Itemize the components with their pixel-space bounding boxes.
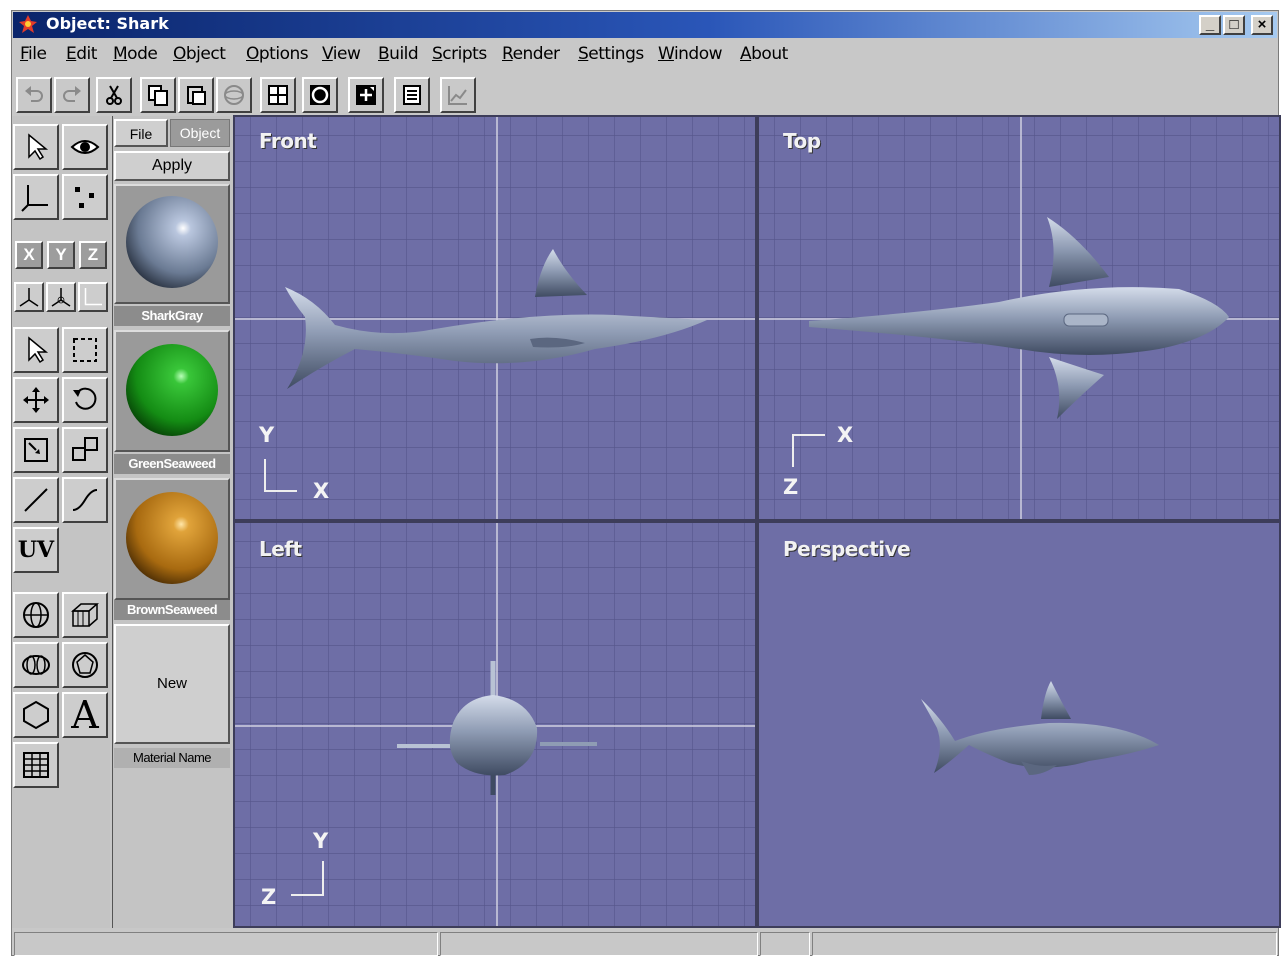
coord-buttons: [14, 282, 108, 312]
eye-icon[interactable]: [62, 124, 108, 170]
axis-tool-icon[interactable]: [13, 174, 59, 220]
perspective-canvas: [921, 681, 1159, 775]
select-vertex-icon[interactable]: [13, 327, 59, 373]
menu-edit[interactable]: Edit: [66, 44, 97, 64]
front-canvas: [235, 117, 755, 519]
points-icon[interactable]: [62, 174, 108, 220]
material-label: SharkGray: [114, 306, 230, 326]
line-icon[interactable]: [13, 477, 59, 523]
viewport-top[interactable]: Top X Z: [757, 115, 1281, 521]
minimize-button[interactable]: _: [1199, 15, 1221, 35]
material-label: BrownSeaweed: [114, 600, 230, 620]
left-axis-z: Z: [261, 885, 277, 909]
menu-options[interactable]: Options: [246, 44, 309, 64]
title-bar[interactable]: [13, 12, 1277, 38]
geosphere-primitive-icon[interactable]: [62, 642, 108, 688]
undo-icon[interactable]: [16, 77, 52, 113]
status-pane-4: [812, 932, 1277, 956]
new-material-button[interactable]: New: [114, 624, 230, 744]
viewport-label-top: Top: [783, 129, 821, 153]
front-axis-x: X: [313, 479, 330, 503]
local-coord-icon[interactable]: [46, 282, 76, 312]
world-coord-icon[interactable]: [14, 282, 44, 312]
status-pane-2: [440, 932, 758, 956]
viewport-label-front: Front: [259, 129, 317, 153]
material-sphere-brownseaweed: [126, 492, 218, 584]
top-axis-z: Z: [783, 475, 799, 499]
tab-object[interactable]: Object: [170, 119, 230, 147]
axis-x-button[interactable]: X: [15, 241, 43, 269]
paste-icon[interactable]: [178, 77, 214, 113]
curve-icon[interactable]: [62, 477, 108, 523]
close-button[interactable]: ×: [1251, 15, 1273, 35]
circle-view-icon[interactable]: [302, 77, 338, 113]
menu-settings[interactable]: Settings: [578, 44, 644, 64]
top-canvas: [759, 117, 1279, 519]
left-axis-y: Y: [313, 829, 329, 853]
box-select-icon[interactable]: [62, 327, 108, 373]
app-logo-icon: [19, 15, 37, 33]
left-axis-icon: [291, 861, 324, 896]
material-name-field[interactable]: Material Name: [114, 748, 230, 768]
scale-icon[interactable]: [13, 427, 59, 473]
uv-tool-button[interactable]: UV: [13, 527, 59, 573]
viewport-front[interactable]: Front Y X: [233, 115, 757, 521]
copy-icon[interactable]: [140, 77, 176, 113]
top-axis-icon: [792, 434, 825, 467]
sphere-toggle-icon[interactable]: [216, 77, 252, 113]
window-title: Object: Shark: [46, 14, 169, 33]
menu-build[interactable]: Build: [378, 44, 419, 64]
axis-z-button[interactable]: Z: [79, 241, 107, 269]
text-tool-button[interactable]: A: [62, 692, 108, 738]
screen-coord-icon[interactable]: [78, 282, 108, 312]
grid-primitive-icon[interactable]: [13, 742, 59, 788]
status-pane-3: [760, 932, 810, 956]
viewport-label-left: Left: [259, 537, 302, 561]
duplicate-icon[interactable]: [62, 427, 108, 473]
apply-button[interactable]: Apply: [114, 151, 230, 181]
material-sphere-sharkgray: [126, 196, 218, 288]
grid-view-icon[interactable]: [260, 77, 296, 113]
menu-about[interactable]: About: [740, 44, 788, 64]
select-arrow-icon[interactable]: [13, 124, 59, 170]
material-label: GreenSeaweed: [114, 454, 230, 474]
menu-view[interactable]: View: [322, 44, 361, 64]
menu-file[interactable]: File: [20, 44, 47, 64]
front-axis-y: Y: [259, 423, 275, 447]
maximize-button[interactable]: □: [1223, 15, 1245, 35]
box-primitive-icon[interactable]: [62, 592, 108, 638]
front-axis-icon: [264, 459, 297, 492]
torus-primitive-icon[interactable]: [13, 642, 59, 688]
polygon-primitive-icon[interactable]: [13, 692, 59, 738]
menu-scripts[interactable]: Scripts: [432, 44, 487, 64]
viewport-left[interactable]: Left Y Z: [233, 521, 757, 928]
graph-icon[interactable]: [440, 77, 476, 113]
rotate-icon[interactable]: [62, 377, 108, 423]
sphere-primitive-icon[interactable]: [13, 592, 59, 638]
snap-icon[interactable]: [348, 77, 384, 113]
move-icon[interactable]: [13, 377, 59, 423]
menu-mode[interactable]: Mode: [113, 44, 158, 64]
properties-icon[interactable]: [394, 77, 430, 113]
menu-window[interactable]: Window: [658, 44, 723, 64]
viewport-perspective[interactable]: Perspective: [757, 521, 1281, 928]
top-axis-x: X: [837, 423, 854, 447]
material-sphere-greenseaweed: [126, 344, 218, 436]
status-pane-1: [14, 932, 438, 956]
axis-y-button[interactable]: Y: [47, 241, 75, 269]
tab-file[interactable]: File: [114, 119, 168, 147]
menu-object[interactable]: Object: [173, 44, 226, 64]
menu-render[interactable]: Render: [502, 44, 560, 64]
viewport-label-perspective: Perspective: [783, 537, 911, 561]
cut-icon[interactable]: [96, 77, 132, 113]
redo-icon[interactable]: [54, 77, 90, 113]
shark-perspective-model: [921, 681, 1159, 775]
